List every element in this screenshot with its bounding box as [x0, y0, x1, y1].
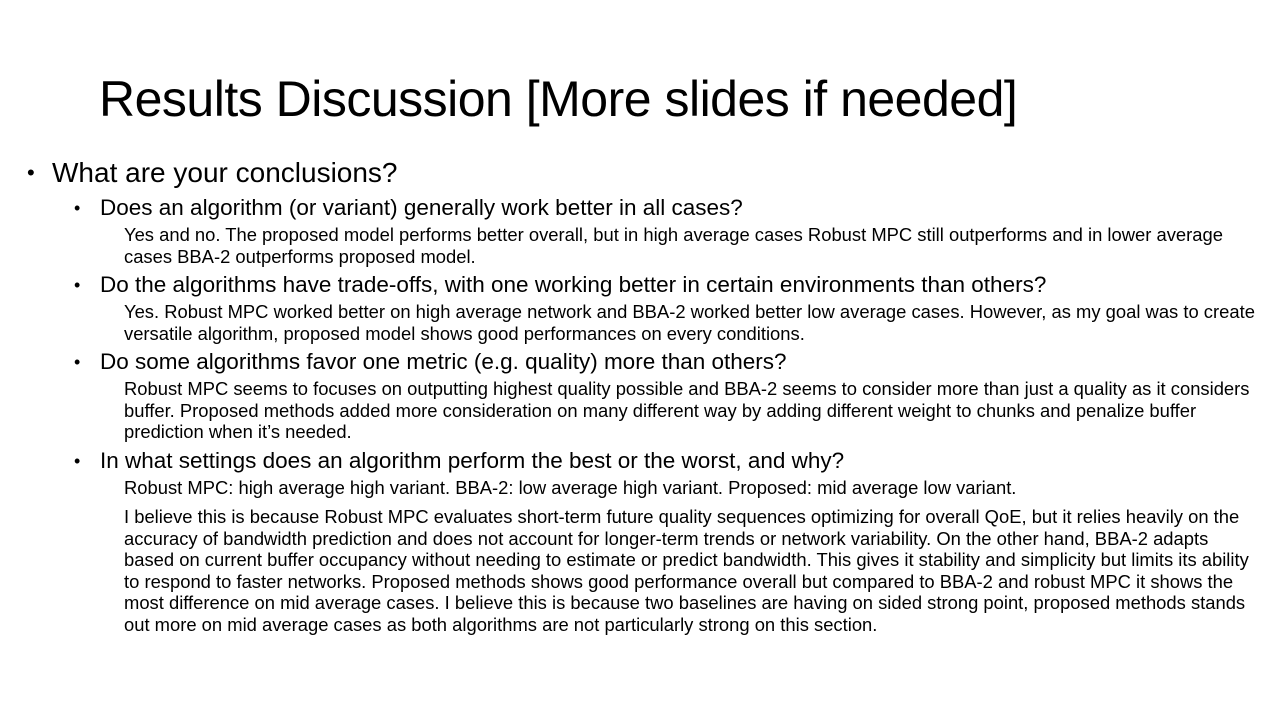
question-text: Do the algorithms have trade-offs, with … [100, 272, 1047, 297]
question-1: • Does an algorithm (or variant) general… [74, 194, 1280, 222]
bullet-icon: • [74, 352, 81, 372]
answer-text: I believe this is because Robust MPC eva… [124, 506, 1249, 635]
bullet-icon: • [74, 275, 81, 295]
question-2: • Do the algorithms have trade-offs, wit… [74, 271, 1280, 299]
slide-title: Results Discussion [More slides if neede… [99, 71, 1018, 127]
answer-text: Robust MPC: high average high variant. B… [124, 476, 1017, 498]
question-4: • In what settings does an algorithm per… [74, 447, 1280, 475]
main-question: • What are your conclusions? [27, 155, 1280, 191]
bullet-icon: • [27, 160, 35, 185]
slide-content: • What are your conclusions? • Does an a… [0, 155, 1280, 639]
bullet-icon: • [74, 198, 81, 218]
answer-text: Robust MPC seems to focuses on outputtin… [124, 378, 1250, 442]
answer-text: Yes and no. The proposed model performs … [124, 224, 1223, 267]
question-text: In what settings does an algorithm perfo… [100, 447, 845, 473]
answer-text: Yes. Robust MPC worked better on high av… [124, 301, 1255, 344]
bullet-icon: • [74, 450, 81, 471]
question-text: Does an algorithm (or variant) generally… [100, 195, 743, 220]
main-question-text: What are your conclusions? [52, 157, 398, 188]
question-text: Do some algorithms favor one metric (e.g… [100, 349, 787, 374]
question-3: • Do some algorithms favor one metric (e… [74, 348, 1280, 376]
slide: Results Discussion [More slides if neede… [0, 0, 1280, 720]
